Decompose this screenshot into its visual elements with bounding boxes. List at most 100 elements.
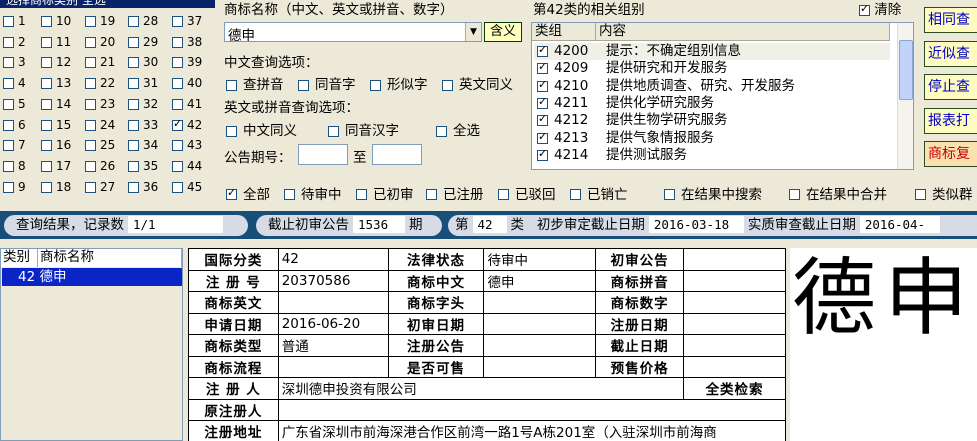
- checkbox-icon[interactable]: [85, 36, 96, 48]
- checkbox-icon[interactable]: [436, 125, 447, 137]
- class-checkbox-31[interactable]: 31: [128, 76, 158, 90]
- checkbox-icon[interactable]: [85, 140, 96, 152]
- col-group-header[interactable]: 类组: [532, 23, 596, 41]
- checkbox-icon[interactable]: [41, 98, 52, 110]
- status-filter-2[interactable]: 已初审: [356, 183, 414, 203]
- class-checkbox-34[interactable]: 34: [128, 138, 158, 152]
- class-checkbox-37[interactable]: 37: [172, 14, 202, 28]
- checkbox-icon[interactable]: [41, 140, 52, 152]
- col-name-header[interactable]: 商标名称: [38, 249, 182, 267]
- checkbox-icon[interactable]: [128, 98, 139, 110]
- class-checkbox-19[interactable]: 19: [85, 14, 115, 28]
- class-checkbox-4[interactable]: 4: [3, 76, 26, 90]
- col-class-header[interactable]: 类别: [1, 249, 38, 267]
- search-option-0[interactable]: 在结果中搜索: [664, 183, 762, 203]
- checkbox-icon[interactable]: [172, 98, 183, 110]
- class-checkbox-29[interactable]: 29: [128, 35, 158, 49]
- checkbox-icon[interactable]: [664, 188, 675, 200]
- group-row[interactable]: 4200 提示：不确定组别信息: [534, 43, 890, 60]
- checkbox-icon[interactable]: [537, 60, 548, 75]
- class-checkbox-7[interactable]: 7: [3, 138, 26, 152]
- checkbox-icon[interactable]: [226, 125, 237, 137]
- checkbox-icon[interactable]: [85, 98, 96, 110]
- checkbox-icon[interactable]: [85, 78, 96, 90]
- result-list[interactable]: 类别 商标名称 42 德申: [0, 248, 183, 441]
- status-filter-0[interactable]: 全部: [226, 183, 270, 203]
- checkbox-icon[interactable]: [172, 36, 183, 48]
- cn-option-0[interactable]: 查拼音: [226, 73, 284, 93]
- checkbox-icon[interactable]: [3, 98, 14, 110]
- checkbox-icon[interactable]: [172, 57, 183, 69]
- checkbox-icon[interactable]: [284, 188, 295, 200]
- en-option-1[interactable]: 同音汉字: [328, 119, 399, 139]
- action-button-0[interactable]: 相同查: [924, 7, 977, 33]
- class-checkbox-21[interactable]: 21: [85, 55, 115, 69]
- checkbox-icon[interactable]: [3, 160, 14, 172]
- checkbox-icon[interactable]: [789, 188, 800, 200]
- scroll-thumb[interactable]: [899, 40, 913, 100]
- checkbox-icon[interactable]: [128, 140, 139, 152]
- class-checkbox-43[interactable]: 43: [172, 138, 202, 152]
- checkbox-icon[interactable]: [3, 57, 14, 69]
- checkbox-icon[interactable]: [3, 16, 14, 27]
- checkbox-icon[interactable]: [426, 188, 437, 200]
- class-checkbox-17[interactable]: 17: [41, 159, 71, 173]
- class-checkbox-6[interactable]: 6: [3, 118, 26, 132]
- checkbox-icon[interactable]: [41, 119, 52, 131]
- gazette-to-input[interactable]: [372, 144, 422, 165]
- class-checkbox-3[interactable]: 3: [3, 55, 26, 69]
- class-checkbox-38[interactable]: 38: [172, 35, 202, 49]
- action-button-2[interactable]: 停止查: [924, 74, 977, 100]
- class-checkbox-32[interactable]: 32: [128, 97, 158, 111]
- class-checkbox-13[interactable]: 13: [41, 76, 71, 90]
- status-filter-4[interactable]: 已驳回: [498, 183, 556, 203]
- search-option-1[interactable]: 在结果中合并: [789, 183, 887, 203]
- class-checkbox-35[interactable]: 35: [128, 159, 158, 173]
- class-checkbox-23[interactable]: 23: [85, 97, 115, 111]
- class-checkbox-22[interactable]: 22: [85, 76, 115, 90]
- class-checkbox-28[interactable]: 28: [128, 14, 158, 28]
- full-search-button[interactable]: 全类检索: [683, 377, 786, 400]
- checkbox-icon[interactable]: [537, 112, 548, 127]
- en-option-2[interactable]: 全选: [436, 119, 480, 139]
- group-row[interactable]: 4209 提供研究和开发服务: [534, 60, 890, 77]
- checkbox-icon[interactable]: [128, 57, 139, 69]
- action-button-3[interactable]: 报表打: [924, 108, 977, 134]
- result-row[interactable]: 42 德申: [2, 268, 182, 286]
- group-row[interactable]: 4213 提供气象情报服务: [534, 130, 890, 147]
- name-value[interactable]: 德申: [228, 24, 255, 44]
- group-row[interactable]: 4214 提供测试服务: [534, 147, 890, 164]
- status-filter-3[interactable]: 已注册: [426, 183, 484, 203]
- cn-option-3[interactable]: 英文同义: [442, 73, 513, 93]
- checkbox-icon[interactable]: [226, 79, 237, 91]
- en-option-0[interactable]: 中文同义: [226, 119, 297, 139]
- checkbox-icon[interactable]: [498, 188, 509, 200]
- checkbox-icon[interactable]: [85, 57, 96, 69]
- checkbox-icon[interactable]: [537, 147, 548, 161]
- checkbox-icon[interactable]: [172, 16, 183, 27]
- checkbox-icon[interactable]: [85, 119, 96, 131]
- clear-checkbox[interactable]: 清除: [859, 0, 901, 18]
- checkbox-icon[interactable]: [128, 78, 139, 90]
- checkbox-icon[interactable]: [442, 79, 453, 91]
- class-checkbox-41[interactable]: 41: [172, 97, 202, 111]
- class-checkbox-39[interactable]: 39: [172, 55, 202, 69]
- checkbox-icon[interactable]: [41, 160, 52, 172]
- checkbox-icon[interactable]: [3, 119, 14, 131]
- checkbox-icon[interactable]: [128, 160, 139, 172]
- class-checkbox-5[interactable]: 5: [3, 97, 26, 111]
- checkbox-icon[interactable]: [3, 36, 14, 48]
- checkbox-icon[interactable]: [298, 79, 309, 91]
- cn-option-1[interactable]: 同音字: [298, 73, 356, 93]
- status-filter-5[interactable]: 已销亡: [570, 183, 628, 203]
- class-checkbox-25[interactable]: 25: [85, 138, 115, 152]
- checkbox-icon[interactable]: [537, 78, 548, 92]
- checkbox-icon[interactable]: [356, 188, 367, 200]
- checkbox-icon[interactable]: [915, 188, 926, 200]
- action-button-1[interactable]: 近似查: [924, 41, 977, 67]
- class-checkbox-42[interactable]: 42: [172, 117, 202, 132]
- checkbox-icon[interactable]: [41, 78, 52, 90]
- class-checkbox-20[interactable]: 20: [85, 35, 115, 49]
- checkbox-icon[interactable]: [3, 140, 14, 152]
- name-combobox[interactable]: 德申 ▼: [224, 22, 482, 44]
